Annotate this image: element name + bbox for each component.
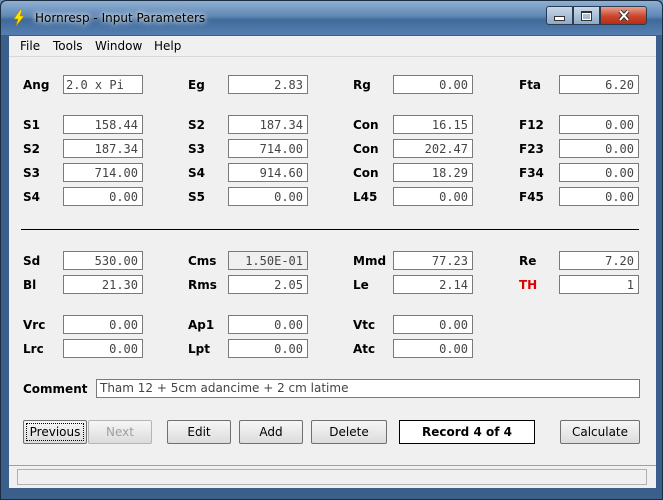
field-s1[interactable]: 158.44 <box>63 115 143 134</box>
menu-file[interactable]: File <box>20 39 40 53</box>
label-s4: S4 <box>188 166 205 180</box>
maximize-button[interactable] <box>573 6 600 25</box>
label-f34: F34 <box>519 166 544 180</box>
field-vrc[interactable]: 0.00 <box>63 315 143 334</box>
field-atc[interactable]: 0.00 <box>393 339 473 358</box>
label-con1: Con <box>353 118 379 132</box>
status-pane <box>17 469 647 485</box>
label-vrc: Vrc <box>23 318 46 332</box>
label-le: Le <box>353 278 369 292</box>
field-lpt[interactable]: 0.00 <box>228 339 308 358</box>
field-vtc[interactable]: 0.00 <box>393 315 473 334</box>
label-eg: Eg <box>188 78 205 92</box>
label-cms: Cms <box>188 254 217 268</box>
field-s5[interactable]: 0.00 <box>228 187 308 206</box>
field-th[interactable]: 1 <box>559 275 639 294</box>
add-button[interactable]: Add <box>239 420 303 444</box>
field-con1[interactable]: 16.15 <box>393 115 473 134</box>
label-ang: Ang <box>23 78 50 92</box>
field-f45[interactable]: 0.00 <box>559 187 639 206</box>
close-button[interactable] <box>600 6 647 25</box>
label-s4b: S4 <box>23 190 40 204</box>
label-f12: F12 <box>519 118 544 132</box>
menu-window[interactable]: Window <box>95 39 142 53</box>
minimize-button[interactable] <box>546 6 573 25</box>
maximize-icon <box>581 10 592 21</box>
label-fta: Fta <box>519 78 542 92</box>
label-re: Re <box>519 254 537 268</box>
record-indicator: Record 4 of 4 <box>399 420 535 444</box>
field-con3[interactable]: 18.29 <box>393 163 473 182</box>
field-sd[interactable]: 530.00 <box>63 251 143 270</box>
menu-help[interactable]: Help <box>154 39 181 53</box>
field-rms[interactable]: 2.05 <box>228 275 308 294</box>
field-s3[interactable]: 714.00 <box>228 139 308 158</box>
label-atc: Atc <box>353 342 376 356</box>
field-s3b[interactable]: 714.00 <box>63 163 143 182</box>
label-rg: Rg <box>353 78 371 92</box>
edit-button[interactable]: Edit <box>167 420 231 444</box>
label-f23: F23 <box>519 142 544 156</box>
minimize-icon <box>554 16 565 21</box>
status-bar <box>9 465 656 488</box>
title-bar[interactable]: Hornresp - Input Parameters <box>1 1 662 35</box>
label-s5: S5 <box>188 190 205 204</box>
field-s2b[interactable]: 187.34 <box>63 139 143 158</box>
field-lrc[interactable]: 0.00 <box>63 339 143 358</box>
comment-field[interactable]: Tham 12 + 5cm adancime + 2 cm latime <box>96 379 640 398</box>
label-l45: L45 <box>353 190 378 204</box>
field-s4[interactable]: 914.60 <box>228 163 308 182</box>
field-cms[interactable]: 1.50E-01 <box>228 251 308 270</box>
field-re[interactable]: 7.20 <box>559 251 639 270</box>
label-mmd: Mmd <box>353 254 387 268</box>
label-s3b: S3 <box>23 166 40 180</box>
label-comment: Comment <box>23 382 88 396</box>
label-con3: Con <box>353 166 379 180</box>
label-s1: S1 <box>23 118 40 132</box>
window-title: Hornresp - Input Parameters <box>35 11 206 25</box>
calculate-button[interactable]: Calculate <box>560 420 640 444</box>
field-le[interactable]: 2.14 <box>393 275 473 294</box>
input-parameters-form: Ang 2.0 x Pi Eg 2.83 Rg 0.00 Fta 6.20 S1… <box>9 57 656 465</box>
field-l45[interactable]: 0.00 <box>393 187 473 206</box>
label-th: TH <box>519 278 538 292</box>
field-rg[interactable]: 0.00 <box>393 75 473 94</box>
label-lpt: Lpt <box>188 342 210 356</box>
field-eg[interactable]: 2.83 <box>228 75 308 94</box>
field-bl[interactable]: 21.30 <box>63 275 143 294</box>
field-fta[interactable]: 6.20 <box>559 75 639 94</box>
main-window: Hornresp - Input Parameters File Tools W… <box>0 0 663 500</box>
previous-button[interactable]: Previous <box>23 420 87 444</box>
label-ap1: Ap1 <box>188 318 215 332</box>
field-mmd[interactable]: 77.23 <box>393 251 473 270</box>
menu-bar: File Tools Window Help <box>9 36 656 57</box>
next-button[interactable]: Next <box>88 420 152 444</box>
field-ang[interactable]: 2.0 x Pi <box>63 75 143 94</box>
field-ap1[interactable]: 0.00 <box>228 315 308 334</box>
label-vtc: Vtc <box>353 318 376 332</box>
label-f45: F45 <box>519 190 544 204</box>
section-divider <box>21 229 639 230</box>
label-rms: Rms <box>188 278 217 292</box>
field-f23[interactable]: 0.00 <box>559 139 639 158</box>
label-s2b: S2 <box>23 142 40 156</box>
delete-button[interactable]: Delete <box>311 420 387 444</box>
field-s4b[interactable]: 0.00 <box>63 187 143 206</box>
label-s3: S3 <box>188 142 205 156</box>
lightning-bolt-icon <box>13 10 25 26</box>
label-con2: Con <box>353 142 379 156</box>
close-icon <box>618 10 629 21</box>
label-bl: Bl <box>23 278 37 292</box>
field-con2[interactable]: 202.47 <box>393 139 473 158</box>
label-sd: Sd <box>23 254 41 268</box>
label-s2: S2 <box>188 118 205 132</box>
field-f34[interactable]: 0.00 <box>559 163 639 182</box>
field-s2[interactable]: 187.34 <box>228 115 308 134</box>
field-f12[interactable]: 0.00 <box>559 115 639 134</box>
menu-tools[interactable]: Tools <box>53 39 83 53</box>
label-lrc: Lrc <box>23 342 44 356</box>
